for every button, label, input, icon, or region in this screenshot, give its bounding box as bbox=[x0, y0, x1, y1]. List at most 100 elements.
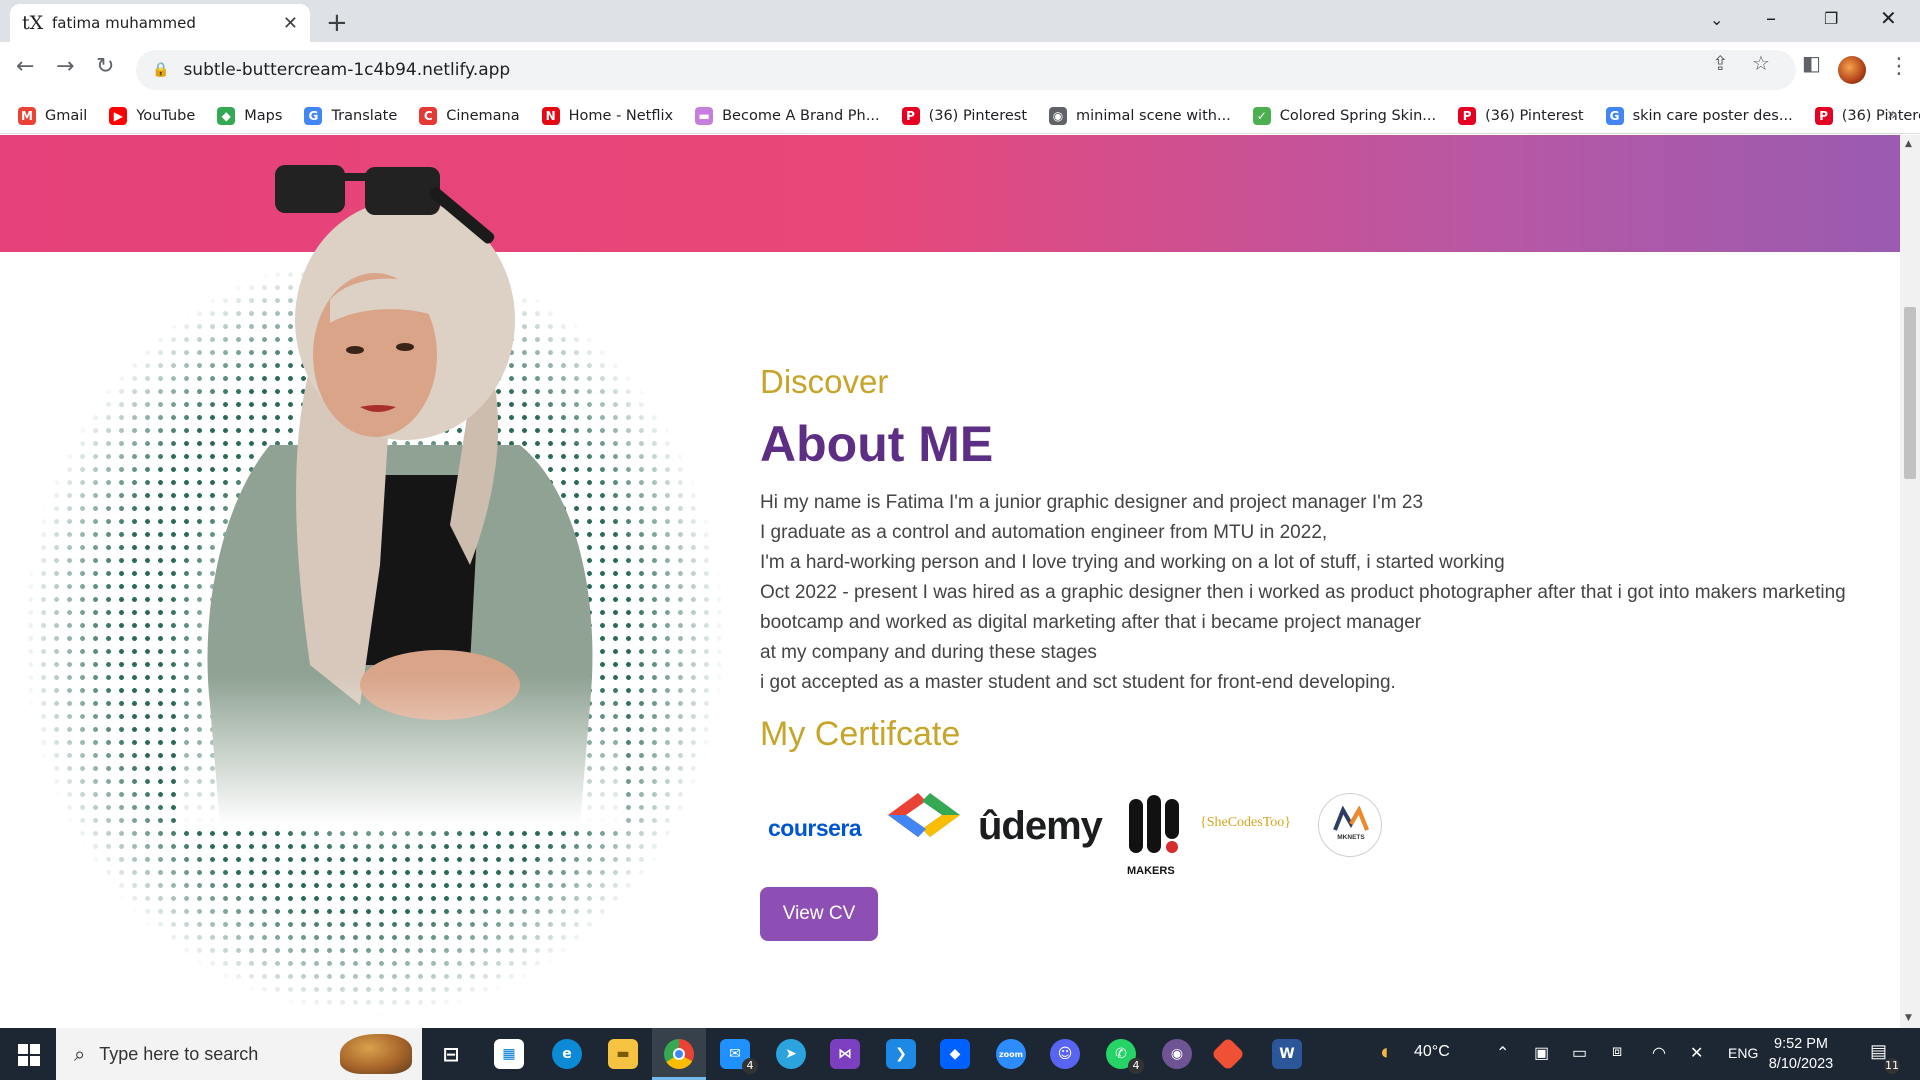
bookmark-item[interactable]: ▶ YouTube bbox=[109, 106, 195, 125]
pinterest-icon: P bbox=[901, 106, 920, 125]
scroll-up-icon[interactable]: ▲ bbox=[1905, 139, 1912, 149]
bookmark-label: Maps bbox=[244, 107, 283, 124]
bookmark-label: (36) Pinterest bbox=[1485, 107, 1584, 124]
google-chevron-logo[interactable] bbox=[878, 785, 978, 845]
close-window-button[interactable]: ✕ bbox=[1880, 6, 1897, 30]
bookmark-item[interactable]: ◉ minimal scene with... bbox=[1049, 106, 1231, 125]
close-tab-icon[interactable]: ✕ bbox=[283, 13, 298, 34]
bookmark-item[interactable]: Gskin care poster des... bbox=[1605, 106, 1793, 125]
date: 8/10/2023 bbox=[1768, 1056, 1834, 1072]
bio-line: I graduate as a control and automation e… bbox=[760, 522, 1328, 543]
section-kicker: Discover bbox=[760, 363, 889, 400]
bookmark-star-icon[interactable]: ☆ bbox=[1752, 51, 1770, 75]
windows-start-icon[interactable] bbox=[18, 1044, 40, 1066]
mknets-logo[interactable]: MKNETS bbox=[1318, 793, 1382, 857]
telegram-icon[interactable]: ➤ bbox=[776, 1039, 806, 1069]
browser-menu-icon[interactable]: ⋮ bbox=[1888, 54, 1910, 79]
restore-button[interactable]: ❐ bbox=[1824, 9, 1838, 28]
windows-taskbar: ⌕ Type here to search ⊟ ▦ e ▬ ✉ 4 ➤ ⋈ ❯ … bbox=[0, 1028, 1920, 1080]
volume-muted-icon[interactable]: ✕ bbox=[1690, 1043, 1703, 1063]
shecodes-logo[interactable]: {SheCodesToo} bbox=[1200, 815, 1291, 831]
forward-button[interactable]: → bbox=[56, 54, 74, 79]
bookmark-item[interactable]: ✓ Colored Spring Skin... bbox=[1252, 106, 1437, 125]
display-icon[interactable]: ⧈ bbox=[1612, 1043, 1622, 1061]
page-viewport: Discover About ME Hi my name is Fatima I… bbox=[0, 135, 1900, 1028]
file-explorer-icon[interactable]: ▬ bbox=[608, 1039, 638, 1069]
meet-now-icon[interactable]: ▣ bbox=[1534, 1043, 1549, 1063]
bookmark-label: Translate bbox=[331, 107, 398, 124]
udemy-logo[interactable]: ûdemy bbox=[978, 804, 1103, 849]
url-text: subtle-buttercream-1c4b94.netlify.app bbox=[183, 60, 511, 80]
wifi-icon[interactable]: ◠ bbox=[1652, 1043, 1666, 1063]
makers-logo[interactable] bbox=[1127, 793, 1183, 859]
profile-avatar[interactable] bbox=[1838, 56, 1866, 84]
temperature[interactable]: 40°C bbox=[1414, 1043, 1450, 1061]
brand-icon: ▬ bbox=[695, 106, 714, 125]
spring-icon: ✓ bbox=[1252, 106, 1271, 125]
bookmark-item[interactable]: ▬ Become A Brand Ph... bbox=[695, 106, 880, 125]
bookmark-label: minimal scene with... bbox=[1076, 107, 1231, 124]
vscode-icon[interactable]: ❯ bbox=[886, 1039, 916, 1069]
bookmark-item[interactable]: N Home - Netflix bbox=[541, 106, 673, 125]
git-icon[interactable] bbox=[1211, 1037, 1245, 1071]
tab-title: fatima muhammed bbox=[52, 14, 196, 32]
bookmark-item[interactable]: M Gmail bbox=[18, 106, 87, 125]
bookmark-item[interactable]: P (36) Pinterest bbox=[901, 106, 1027, 125]
certificates-title: My Certifcate bbox=[760, 715, 961, 753]
google-icon: G bbox=[1605, 106, 1624, 125]
store-icon[interactable]: ▦ bbox=[494, 1039, 524, 1069]
new-tab-button[interactable]: + bbox=[326, 8, 348, 38]
edge-icon[interactable]: e bbox=[552, 1039, 582, 1069]
bookmark-item[interactable]: G Translate bbox=[304, 106, 398, 125]
clock[interactable]: 9:52 PM 8/10/2023 bbox=[1756, 1034, 1846, 1074]
discord-icon[interactable]: ☺ bbox=[1050, 1039, 1080, 1069]
coursera-logo[interactable]: coursera bbox=[768, 815, 862, 842]
site-favicon-icon: tX bbox=[22, 12, 44, 34]
visual-studio-icon[interactable]: ⋈ bbox=[830, 1039, 860, 1069]
profile-photo bbox=[180, 145, 620, 825]
share-icon[interactable]: ⇪ bbox=[1712, 51, 1729, 75]
pinterest-icon: P bbox=[1814, 106, 1833, 125]
minimize-button[interactable]: – bbox=[1766, 6, 1776, 30]
scroll-down-icon[interactable]: ▼ bbox=[1905, 1013, 1912, 1023]
task-view-icon[interactable]: ⊟ bbox=[436, 1039, 466, 1069]
certificate-logos: coursera ûdemy MAKERS {SheCodesToo} MKNE… bbox=[760, 775, 1400, 877]
pinterest-icon: P bbox=[1458, 106, 1477, 125]
chrome-icon[interactable] bbox=[664, 1039, 694, 1069]
page-scrollbar[interactable]: ▲ ▼ bbox=[1900, 135, 1920, 1028]
word-icon[interactable]: W bbox=[1272, 1039, 1302, 1069]
youtube-icon: ▶ bbox=[109, 106, 128, 125]
taskbar-search[interactable]: ⌕ Type here to search bbox=[56, 1028, 422, 1080]
bookmark-label: skin care poster des... bbox=[1632, 107, 1793, 124]
active-tab[interactable]: tX fatima muhammed ✕ bbox=[10, 4, 310, 42]
search-highlight-image bbox=[340, 1034, 412, 1074]
tray-overflow-icon[interactable]: ⌃ bbox=[1496, 1043, 1509, 1063]
search-icon: ⌕ bbox=[74, 1042, 86, 1066]
bookmark-item[interactable]: P (36) Pinterest bbox=[1458, 106, 1584, 125]
battery-icon[interactable]: ▭ bbox=[1572, 1043, 1587, 1063]
more-bookmarks-icon[interactable]: » bbox=[1887, 104, 1898, 125]
zoom-icon[interactable]: zoom bbox=[996, 1039, 1026, 1069]
browser-toolbar: ← → ↻ 🔒 subtle-buttercream-1c4b94.netlif… bbox=[0, 42, 1920, 98]
bookmark-item[interactable]: P (36) Pinterest bbox=[1814, 106, 1920, 125]
bio-line: Hi my name is Fatima I'm a junior graphi… bbox=[760, 492, 1424, 513]
maps-icon: ◆ bbox=[217, 106, 236, 125]
bookmark-label: Colored Spring Skin... bbox=[1279, 107, 1437, 124]
tab-search-chevron-icon[interactable]: ⌄ bbox=[1710, 10, 1723, 29]
view-cv-button[interactable]: View CV bbox=[760, 887, 878, 941]
translate-icon: G bbox=[304, 106, 323, 125]
bookmark-item[interactable]: C Cinemana bbox=[419, 106, 520, 125]
reload-button[interactable]: ↻ bbox=[96, 54, 114, 79]
mail-badge: 4 bbox=[742, 1058, 758, 1074]
bookmark-item[interactable]: ◆ Maps bbox=[217, 106, 283, 125]
bio-line: i got accepted as a master student and s… bbox=[760, 672, 1396, 693]
language-indicator[interactable]: ENG bbox=[1728, 1045, 1758, 1061]
address-bar[interactable]: 🔒 subtle-buttercream-1c4b94.netlify.app bbox=[136, 50, 1796, 90]
back-button[interactable]: ← bbox=[16, 54, 34, 79]
dropbox-icon[interactable]: ◆ bbox=[940, 1039, 970, 1069]
mknets-label: MKNETS bbox=[1337, 834, 1365, 841]
scroll-thumb[interactable] bbox=[1904, 307, 1916, 479]
weather-icon[interactable]: ◐ bbox=[1380, 1039, 1393, 1065]
side-panel-icon[interactable]: ◧ bbox=[1802, 51, 1821, 75]
github-icon[interactable]: ◉ bbox=[1162, 1039, 1192, 1069]
